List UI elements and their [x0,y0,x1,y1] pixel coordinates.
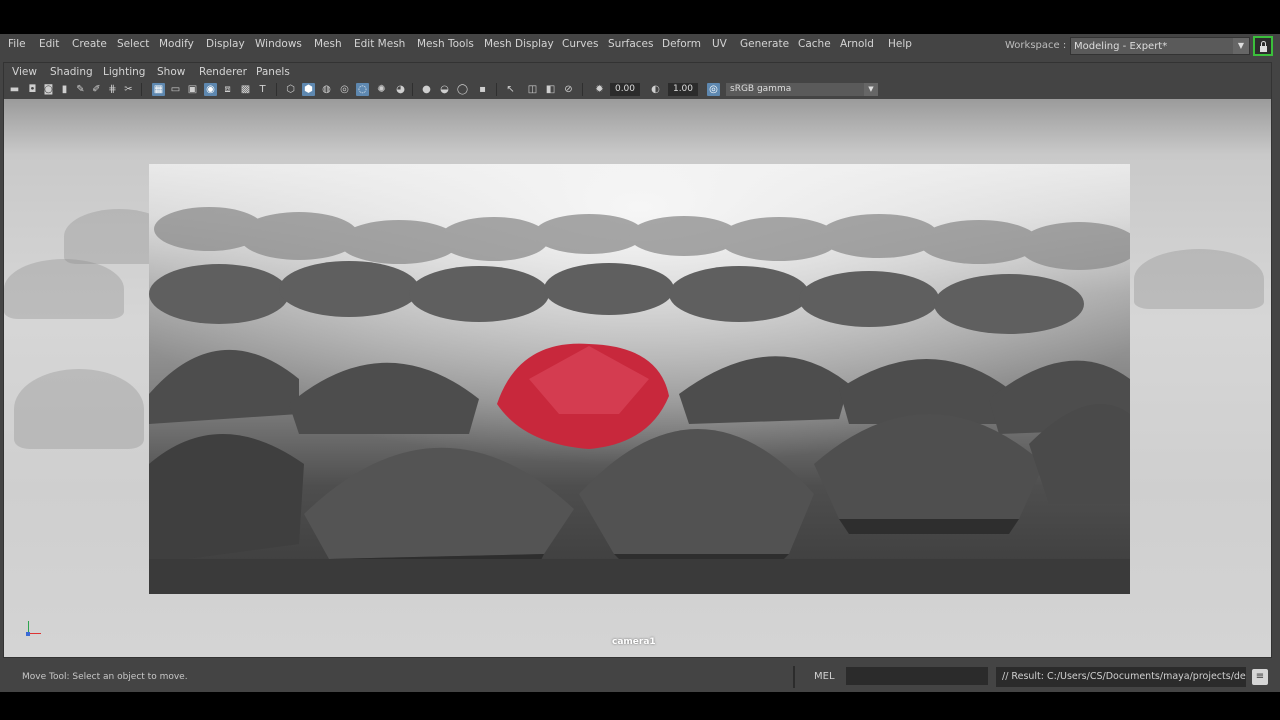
panel-menu-lighting[interactable]: Lighting [103,66,145,78]
menu-help[interactable]: Help [888,38,912,50]
camera-attributes-icon[interactable]: ◘ [26,83,39,96]
gate-mask-icon[interactable]: ▭ [169,83,182,96]
resolution-gate-icon[interactable]: ▦ [152,83,165,96]
panel-menu-view[interactable]: View [12,66,37,78]
exposure-icon[interactable]: ✹ [593,83,606,96]
script-editor-icon[interactable]: ≡ [1252,669,1268,685]
menu-windows[interactable]: Windows [255,38,302,50]
xray-joints-icon[interactable]: ◧ [544,83,557,96]
menu-edit[interactable]: Edit [39,38,59,50]
lighting-icon[interactable]: ◌ [356,83,369,96]
film-gate-icon[interactable]: ✂ [122,83,135,96]
camera-label: camera1 [612,637,656,647]
grease-pencil-icon[interactable]: ✐ [90,83,103,96]
textured-icon[interactable]: ◎ [338,83,351,96]
xray-icon[interactable]: ◫ [526,83,539,96]
menu-cache[interactable]: Cache [798,38,831,50]
modeling-panel: View Shading Lighting Show Renderer Pane… [3,62,1272,658]
help-line: Move Tool: Select an object to move. MEL… [0,662,1280,692]
command-result-field[interactable]: // Result: C:/Users/CS/Documents/maya/pr… [996,667,1246,687]
lock-icon[interactable] [1253,36,1273,56]
menu-modify[interactable]: Modify [159,38,194,50]
panel-menu-bar: View Shading Lighting Show Renderer Pane… [4,63,1271,81]
view-axis-icon [26,620,42,636]
viewport-3d[interactable]: camera1 [4,99,1271,657]
color-management-icon[interactable]: ◎ [707,83,720,96]
two-d-pan-icon[interactable]: ✎ [74,83,87,96]
menu-mesh-tools[interactable]: Mesh Tools [417,38,474,50]
wireframe-on-shaded-icon[interactable]: ◍ [320,83,333,96]
safe-title-icon[interactable]: ⧈ [221,83,234,96]
gamma-icon[interactable]: ◐ [649,83,662,96]
menu-edit-mesh[interactable]: Edit Mesh [354,38,405,50]
view-transform-select[interactable]: sRGB gamma ▼ [726,83,878,96]
menu-create[interactable]: Create [72,38,107,50]
render-gate-scene [149,164,1130,594]
chevron-down-icon: ▼ [1233,38,1249,54]
menu-curves[interactable]: Curves [562,38,598,50]
anti-aliasing-icon[interactable]: ◯ [456,83,469,96]
main-menu-bar: File Edit Create Select Modify Display W… [0,34,1280,60]
mel-label[interactable]: MEL [814,671,835,682]
menu-generate[interactable]: Generate [740,38,789,50]
command-line-input[interactable] [846,667,988,685]
background-umbrella [1134,249,1264,309]
workspace-label: Workspace : [1005,40,1067,51]
menu-uv[interactable]: UV [712,38,727,50]
panel-toolbar: ▬ ◘ ◙ ▮ ✎ ✐ ⋕ ✂ ▦ ▭ ▣ ◉ ⧈ ▩ T ⬡ ⬢ ◍ ◎ ◌ … [4,81,1271,99]
backface-icon[interactable]: ⊘ [562,83,575,96]
panel-menu-panels[interactable]: Panels [256,66,290,78]
safe-action-icon[interactable]: ◉ [204,83,217,96]
panel-menu-show[interactable]: Show [157,66,185,78]
maya-window: File Edit Create Select Modify Display W… [0,34,1280,692]
background-umbrella [14,369,144,449]
help-text: Move Tool: Select an object to move. [22,672,188,682]
light-bulb-icon[interactable]: ✺ [375,83,388,96]
shadows-icon[interactable]: ◕ [394,83,407,96]
umbrella-scene-image [149,164,1130,594]
motion-blur-icon[interactable]: ◒ [438,83,451,96]
image-plane-icon[interactable]: ▮ [58,83,71,96]
exposure-field[interactable]: 0.00 [610,83,640,96]
toolbar-divider [141,83,142,96]
toolbar-divider [276,83,277,96]
toolbar-divider [412,83,413,96]
menu-arnold[interactable]: Arnold [840,38,874,50]
panel-menu-shading[interactable]: Shading [50,66,93,78]
panel-menu-renderer[interactable]: Renderer [199,66,247,78]
toolbar-divider [496,83,497,96]
menu-display[interactable]: Display [206,38,245,50]
screen-space-ao-icon[interactable]: ● [420,83,433,96]
smooth-shade-icon[interactable]: ⬢ [302,83,315,96]
workspace-select[interactable]: Modeling - Expert* ▼ [1070,37,1250,55]
chevron-down-icon: ▼ [864,83,878,96]
workspace-value: Modeling - Expert* [1074,41,1168,52]
grid-icon[interactable]: ⋕ [106,83,119,96]
view-transform-value: sRGB gamma [730,84,792,94]
select-camera-icon[interactable]: ▬ [8,83,21,96]
menu-file[interactable]: File [8,38,26,50]
bookmark-icon[interactable]: ◙ [42,83,55,96]
field-chart-icon[interactable]: ▣ [186,83,199,96]
menu-mesh[interactable]: Mesh [314,38,342,50]
menu-deform[interactable]: Deform [662,38,701,50]
menu-select[interactable]: Select [117,38,149,50]
toolbar-divider [582,83,583,96]
menu-surfaces[interactable]: Surfaces [608,38,653,50]
status-divider [793,666,795,688]
menu-mesh-display[interactable]: Mesh Display [484,38,554,50]
text-overlay-icon[interactable]: T [256,83,269,96]
image-icon[interactable]: ▩ [239,83,252,96]
background-umbrella [4,259,124,319]
wireframe-icon[interactable]: ⬡ [284,83,297,96]
isolate-select-icon[interactable]: ↖ [504,83,517,96]
gamma-field[interactable]: 1.00 [668,83,698,96]
depth-of-field-icon[interactable]: ▪ [476,83,489,96]
